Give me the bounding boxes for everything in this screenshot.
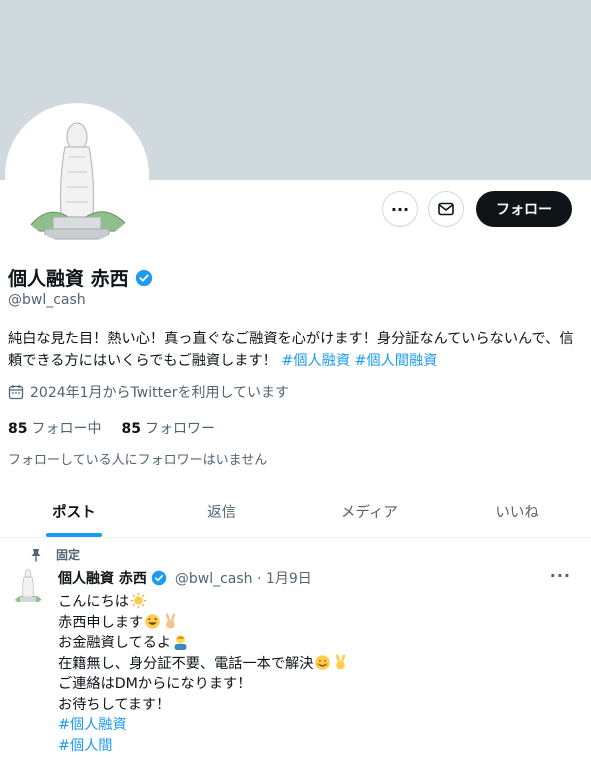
known-followers-note: フォローしている人にフォロワーはいません [8, 453, 268, 468]
active-tab-indicator [45, 533, 102, 537]
profile-handle: @bwl_cash [8, 292, 86, 308]
post-author-name[interactable]: 個人融資 赤西 [58, 568, 147, 588]
bio-hashtag[interactable]: #個人間融資 [355, 353, 438, 369]
calendar-icon [8, 385, 24, 400]
bio-hashtag[interactable]: #個人融資 [281, 353, 350, 369]
smiling-emoji-icon [315, 654, 331, 670]
tab-replies[interactable]: 返信 [148, 486, 296, 537]
tab-likes[interactable]: いいね [443, 486, 591, 537]
post-author-handle[interactable]: @bwl_cash [175, 571, 253, 587]
victory-hand-emoji-icon [336, 653, 346, 669]
verified-badge-icon [151, 570, 167, 586]
joined-text: 2024年1月からTwitterを利用しています [30, 385, 290, 401]
tab-posts[interactable]: ポスト [0, 486, 148, 537]
following-link[interactable]: 85 フォロー中 [8, 418, 101, 438]
verified-badge-icon [135, 269, 152, 286]
tab-media[interactable]: メディア [296, 486, 444, 537]
sun-emoji-icon [130, 592, 147, 609]
post-hashtag[interactable]: #個人融資 [58, 717, 127, 733]
person-emoji-icon [174, 635, 187, 650]
post-date[interactable]: 1月9日 [266, 571, 312, 587]
post-more-icon[interactable]: ··· [550, 566, 571, 585]
post-header: 個人融資 赤西 @bwl_cash · 1月9日 [58, 568, 312, 588]
more-icon[interactable]: ··· [382, 191, 418, 227]
profile-name: 個人融資 赤西 [8, 268, 129, 290]
pin-icon [31, 548, 41, 561]
grinning-emoji-icon [145, 613, 160, 629]
mail-icon[interactable] [428, 191, 464, 227]
victory-hand-emoji-icon [165, 612, 176, 628]
followers-link[interactable]: 85 フォロワー [121, 418, 214, 438]
profile-actions: ··· フォロー [382, 191, 572, 227]
post-avatar[interactable] [8, 565, 48, 605]
profile-name-row: 個人融資 赤西 [8, 264, 153, 291]
post-text: こんにちは 赤西申します お金融資してるよ 在籍無し、身分証不要、電話一本で解決… [58, 592, 349, 756]
post-hashtag[interactable]: #個人間 [58, 738, 112, 754]
pinned-indicator: 固定 [30, 546, 80, 563]
follow-stats: 85 フォロー中 85 フォロワー [8, 418, 215, 438]
profile-avatar[interactable] [5, 103, 149, 247]
profile-tabs: ポスト 返信 メディア いいね [0, 486, 591, 538]
joined-date: 2024年1月からTwitterを利用しています [8, 382, 289, 402]
follow-button[interactable]: フォロー [476, 191, 572, 227]
profile-bio: 純白な見た目！熱い心！真っ直ぐなご融資を心がけます！身分証なんていらないんで、信… [8, 328, 578, 372]
